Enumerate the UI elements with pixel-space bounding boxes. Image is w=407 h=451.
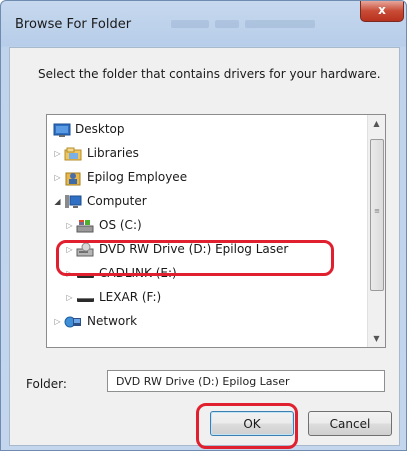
title-bar[interactable]: Browse For Folder x bbox=[1, 1, 406, 47]
tree-vertical-scrollbar[interactable]: ▲ ≡ ▼ bbox=[367, 115, 385, 347]
scroll-up-arrow-icon[interactable]: ▲ bbox=[368, 115, 385, 132]
tree-item-desktop[interactable]: Desktop bbox=[47, 118, 367, 142]
tree-item-label: Epilog Employee bbox=[87, 170, 188, 184]
instruction-text: Select the folder that contains drivers … bbox=[38, 67, 381, 81]
browse-for-folder-dialog: Browse For Folder x Select the folder th… bbox=[0, 0, 407, 451]
tree-item-libraries[interactable]: ▷ Libraries bbox=[47, 142, 367, 166]
folder-label: Folder: bbox=[26, 377, 67, 391]
dialog-title: Browse For Folder bbox=[15, 17, 132, 32]
scrollbar-grip-icon: ≡ bbox=[374, 207, 380, 215]
expand-arrow-icon[interactable]: ▷ bbox=[53, 316, 62, 328]
network-icon bbox=[64, 314, 82, 330]
expand-arrow-icon[interactable]: ▷ bbox=[53, 172, 62, 184]
user-folder-icon bbox=[64, 170, 82, 186]
folder-field[interactable]: DVD RW Drive (D:) Epilog Laser bbox=[107, 370, 385, 392]
tree-item-os-c[interactable]: ▷ OS (C:) bbox=[47, 214, 367, 238]
folder-tree[interactable]: Desktop ▷ Libraries ▷ Epilog Employee ◢ bbox=[46, 114, 386, 348]
hard-drive-icon bbox=[76, 218, 94, 234]
close-icon: x bbox=[378, 3, 386, 17]
tree-item-label: Desktop bbox=[75, 122, 125, 136]
tree-item-label: OS (C:) bbox=[99, 218, 142, 232]
tree-item-epilog-employee[interactable]: ▷ Epilog Employee bbox=[47, 166, 367, 190]
tree-item-network[interactable]: ▷ Network bbox=[47, 310, 367, 334]
tree-item-label: Libraries bbox=[87, 146, 139, 160]
tree-item-lexar[interactable]: ▷ LEXAR (F:) bbox=[47, 286, 367, 310]
tree-item-label: Network bbox=[87, 314, 138, 328]
tree-item-computer[interactable]: ◢ Computer bbox=[47, 190, 367, 214]
scrollbar-thumb[interactable]: ≡ bbox=[370, 139, 384, 291]
highlight-ok-button bbox=[196, 403, 298, 449]
tree-item-label: Computer bbox=[87, 194, 147, 208]
computer-icon bbox=[64, 194, 82, 210]
expand-arrow-icon[interactable]: ▷ bbox=[65, 220, 74, 232]
libraries-icon bbox=[64, 146, 82, 162]
desktop-icon bbox=[53, 122, 71, 138]
background-window-ghost bbox=[171, 13, 331, 28]
close-button[interactable]: x bbox=[360, 1, 404, 22]
highlight-dvd-drive bbox=[56, 240, 334, 276]
tree-item-label: LEXAR (F:) bbox=[99, 290, 162, 304]
scroll-down-arrow-icon[interactable]: ▼ bbox=[368, 330, 385, 347]
expand-arrow-icon[interactable]: ▷ bbox=[65, 292, 74, 304]
removable-drive-icon bbox=[76, 290, 94, 306]
collapse-arrow-icon[interactable]: ◢ bbox=[53, 196, 62, 208]
expand-arrow-icon[interactable]: ▷ bbox=[53, 148, 62, 160]
cancel-button[interactable]: Cancel bbox=[308, 411, 392, 436]
